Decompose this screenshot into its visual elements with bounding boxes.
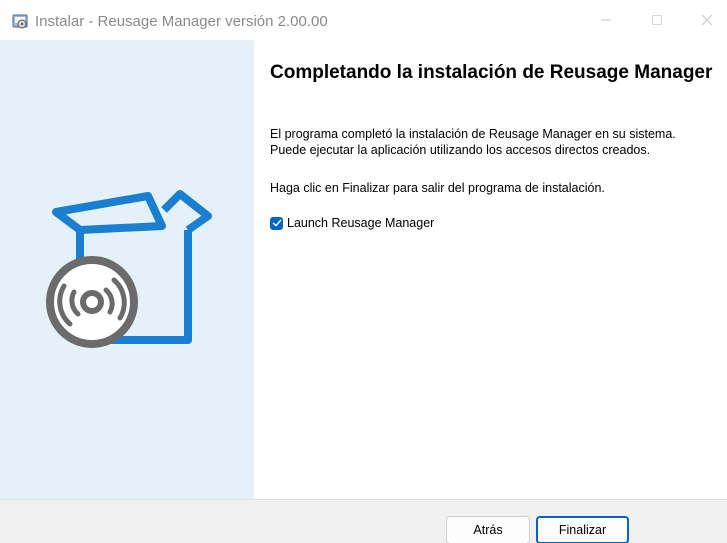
- launch-app-checkbox[interactable]: [270, 216, 283, 230]
- installer-icon: [12, 13, 30, 31]
- back-button[interactable]: Atrás: [446, 516, 530, 543]
- launch-app-checkbox-row[interactable]: Launch Reusage Manager: [270, 216, 434, 230]
- installer-window: Instalar - Reusage Manager versión 2.00.…: [0, 0, 727, 543]
- page-title: Completando la instalación de Reusage Ma…: [270, 62, 713, 83]
- minimize-icon: [601, 19, 611, 21]
- title-bar: Instalar - Reusage Manager versión 2.00.…: [0, 0, 727, 40]
- close-button[interactable]: [684, 0, 727, 40]
- box-with-disc-icon: [40, 190, 212, 365]
- wizard-content: Completando la instalación de Reusage Ma…: [254, 40, 727, 499]
- maximize-icon: [652, 15, 662, 25]
- finish-instruction: Haga clic en Finalizar para salir del pr…: [270, 181, 605, 195]
- launch-app-label[interactable]: Launch Reusage Manager: [287, 216, 434, 230]
- close-icon: [701, 14, 713, 26]
- maximize-button[interactable]: [634, 0, 680, 40]
- minimize-button[interactable]: [583, 0, 629, 40]
- completion-message: El programa completó la instalación de R…: [270, 126, 720, 158]
- wizard-button-bar: Atrás Finalizar: [0, 499, 727, 543]
- finish-button[interactable]: Finalizar: [536, 516, 629, 543]
- completion-message-line-2: Puede ejecutar la aplicación utilizando …: [270, 143, 651, 157]
- window-title: Instalar - Reusage Manager versión 2.00.…: [35, 13, 328, 30]
- completion-message-line-1: El programa completó la instalación de R…: [270, 127, 676, 141]
- wizard-image-panel: [0, 40, 254, 499]
- checkmark-icon: [272, 219, 281, 227]
